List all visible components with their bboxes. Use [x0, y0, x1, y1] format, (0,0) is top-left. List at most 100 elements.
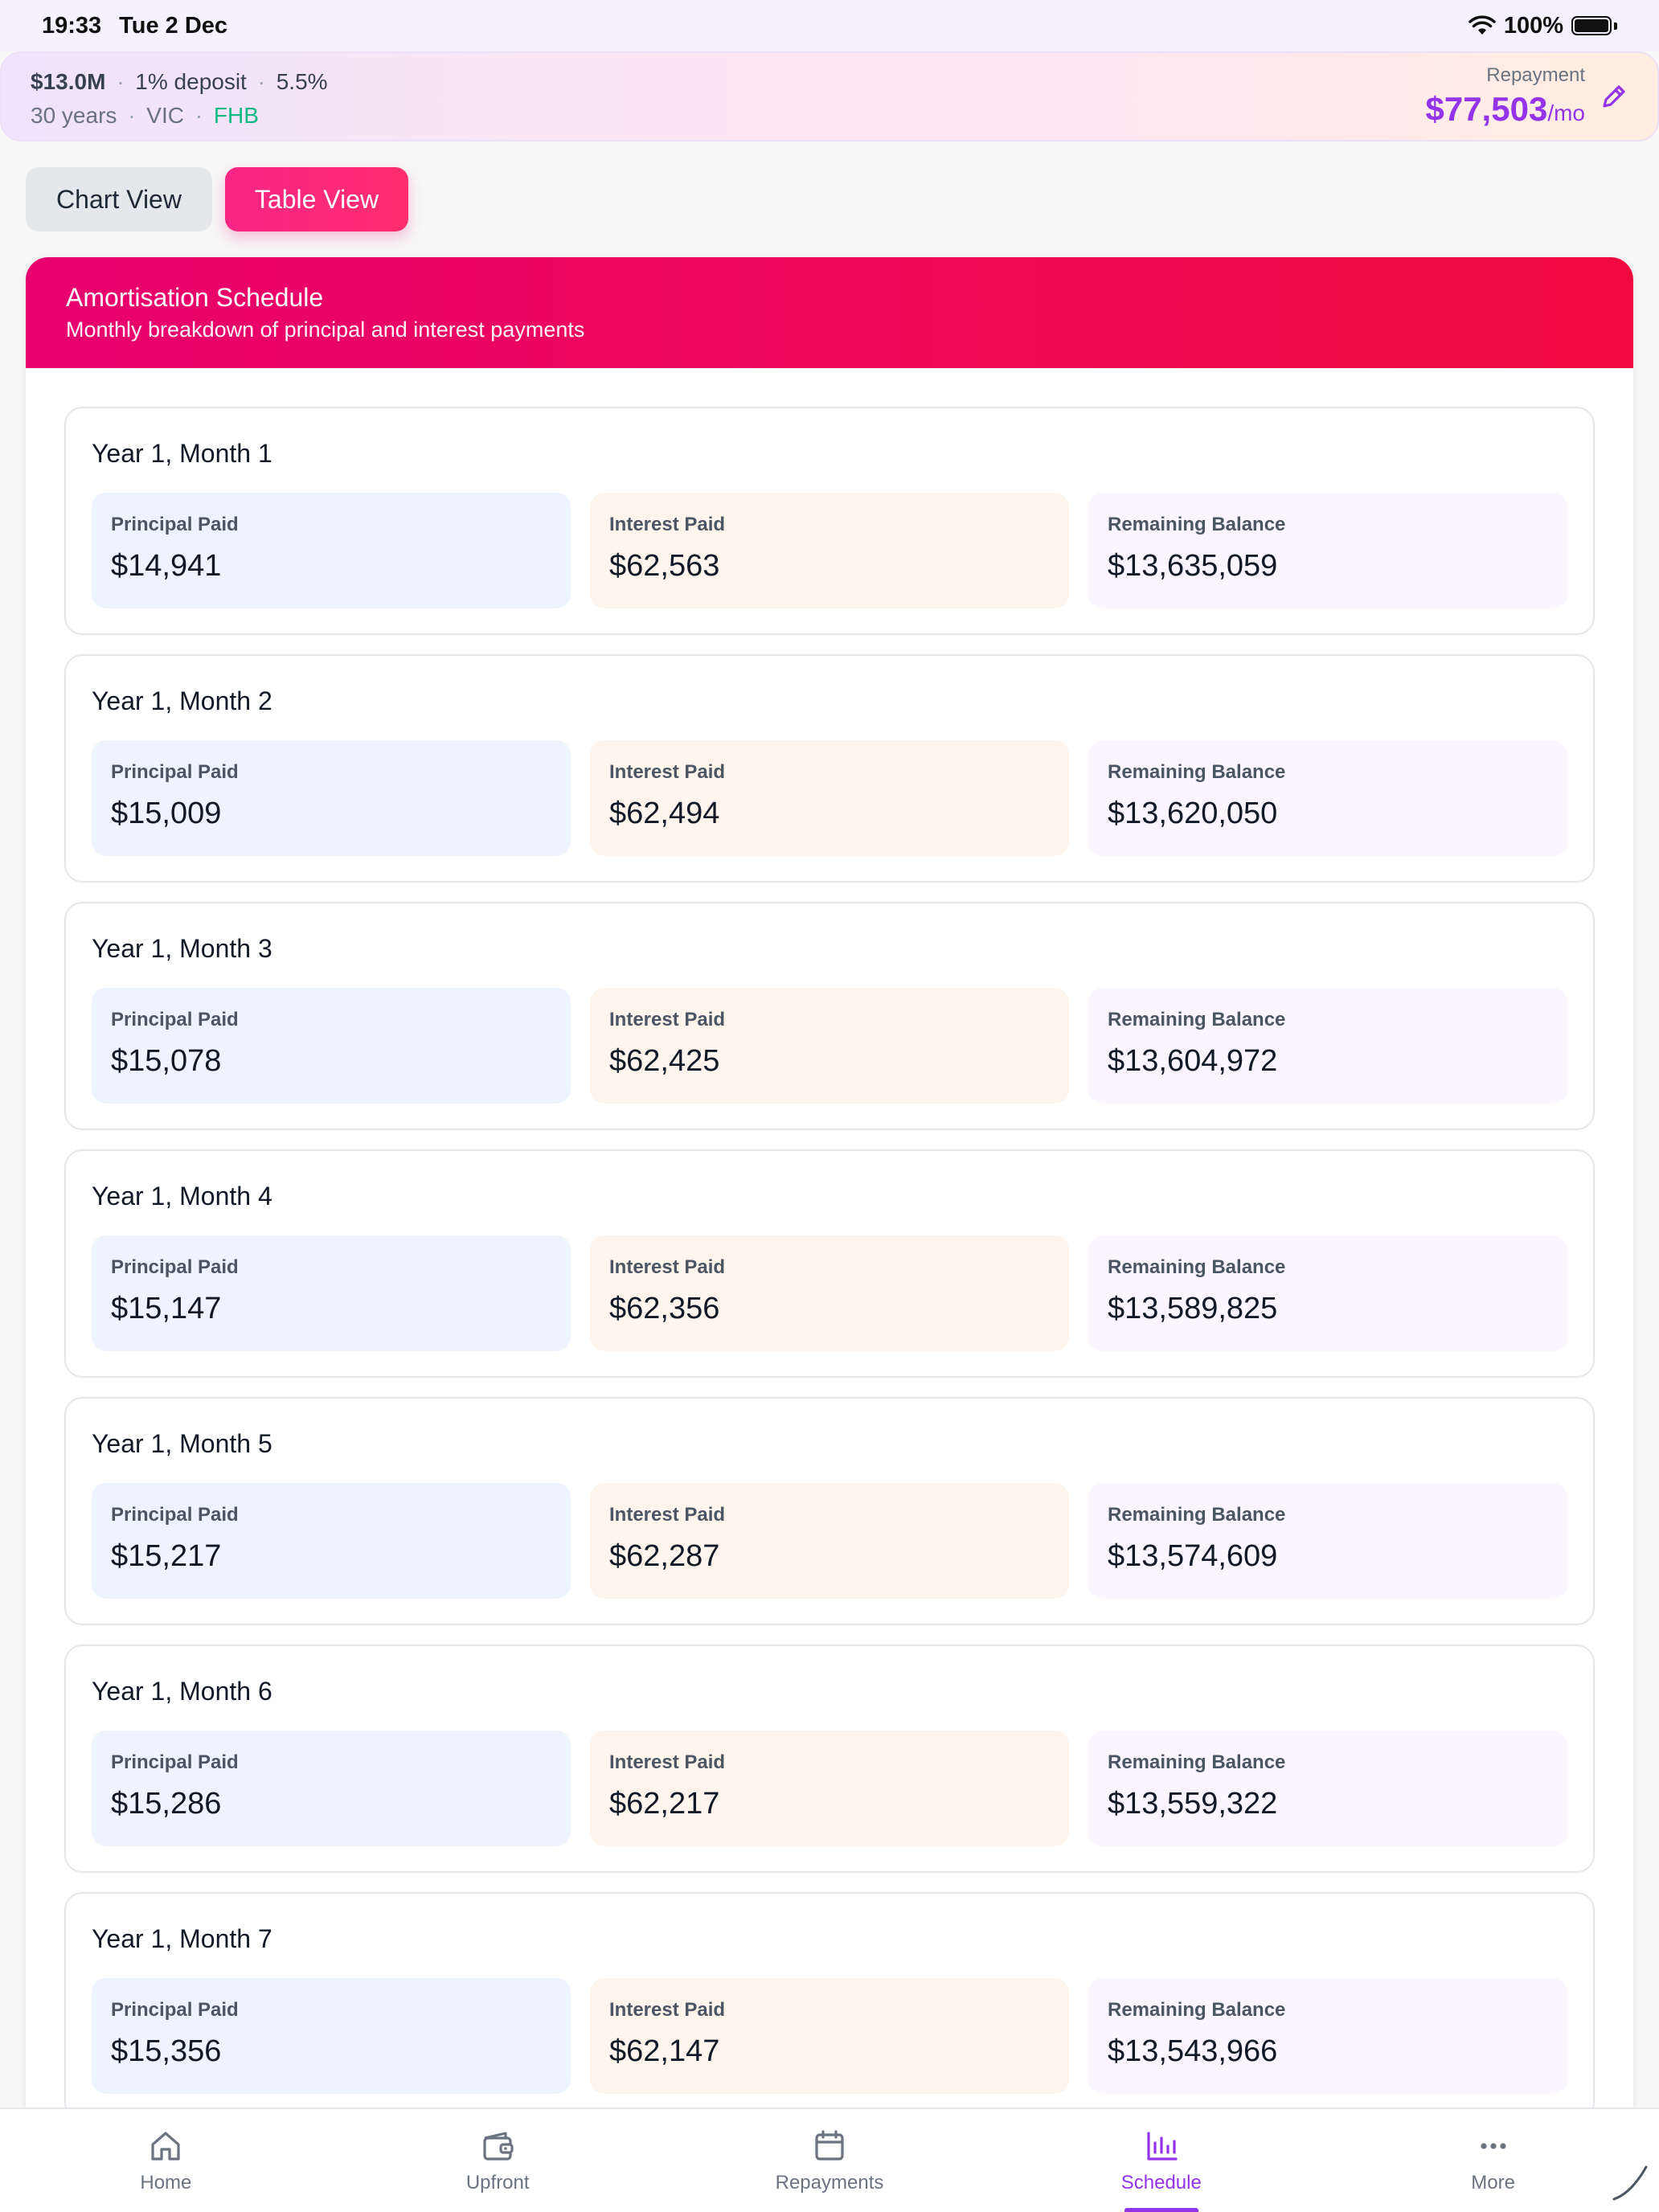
interest-paid-label: Interest Paid: [609, 1504, 726, 1526]
interest-paid-label: Interest Paid: [609, 514, 726, 535]
interest-paid-box: Interest Paid $62,217: [590, 1731, 1069, 1846]
principal-paid-label: Principal Paid: [111, 1256, 239, 1278]
tab-label: Schedule: [1120, 2172, 1202, 2194]
interest-paid-value: $62,287: [609, 1539, 720, 1573]
remaining-balance-label: Remaining Balance: [1108, 1999, 1286, 2021]
schedule-title: Amortisation Schedule: [66, 283, 324, 312]
interest-paid-box: Interest Paid $62,147: [590, 1978, 1069, 2094]
status-right: 100%: [1469, 13, 1617, 39]
more-icon: [1480, 2143, 1506, 2149]
active-tab-indicator: [1124, 2208, 1198, 2212]
principal-paid-box: Principal Paid $15,286: [92, 1731, 571, 1846]
principal-paid-label: Principal Paid: [111, 1504, 239, 1526]
principal-paid-value: $15,286: [111, 1787, 222, 1821]
month-metrics: Principal Paid $15,078 Interest Paid $62…: [92, 988, 1567, 1104]
table-view-button[interactable]: Table View: [225, 167, 408, 231]
interest-paid-label: Interest Paid: [609, 1256, 726, 1278]
month-card: Year 1, Month 4 Principal Paid $15,147 I…: [64, 1149, 1595, 1378]
month-card: Year 1, Month 1 Principal Paid $14,941 I…: [64, 407, 1595, 635]
app-screen: 19:33 Tue 2 Dec 100% $13.0M · 1% deposit…: [0, 0, 1659, 2212]
tab-label: Home: [140, 2172, 192, 2194]
month-title: Year 1, Month 3: [92, 934, 272, 963]
remaining-balance-label: Remaining Balance: [1108, 1504, 1286, 1526]
tab-home[interactable]: Home: [0, 2109, 332, 2212]
loan-summary-bar[interactable]: $13.0M · 1% deposit · 5.5% 30 years · VI…: [0, 51, 1659, 141]
deposit-text: 1% deposit: [135, 69, 247, 94]
principal-paid-box: Principal Paid $15,147: [92, 1235, 571, 1351]
interest-paid-value: $62,356: [609, 1292, 720, 1325]
principal-paid-label: Principal Paid: [111, 1751, 239, 1773]
remaining-balance-label: Remaining Balance: [1108, 761, 1286, 783]
interest-paid-value: $62,425: [609, 1044, 720, 1078]
loan-term: 30 years: [31, 103, 117, 128]
principal-paid-label: Principal Paid: [111, 514, 239, 535]
interest-paid-value: $62,217: [609, 1787, 720, 1821]
tab-schedule[interactable]: Schedule: [995, 2109, 1327, 2212]
separator: ·: [128, 103, 136, 128]
chart-view-button[interactable]: Chart View: [26, 167, 212, 231]
tab-upfront[interactable]: Upfront: [332, 2109, 664, 2212]
month-metrics: Principal Paid $15,217 Interest Paid $62…: [92, 1483, 1567, 1599]
principal-paid-label: Principal Paid: [111, 761, 239, 783]
remaining-balance-box: Remaining Balance $13,543,966: [1088, 1978, 1567, 2094]
month-metrics: Principal Paid $15,009 Interest Paid $62…: [92, 740, 1567, 856]
principal-paid-value: $15,009: [111, 797, 222, 830]
principal-paid-value: $15,078: [111, 1044, 222, 1078]
battery-icon: [1571, 16, 1617, 35]
month-card: Year 1, Month 5 Principal Paid $15,217 I…: [64, 1397, 1595, 1625]
principal-paid-label: Principal Paid: [111, 1999, 239, 2021]
month-title: Year 1, Month 4: [92, 1182, 272, 1210]
calendar-icon: [815, 2130, 844, 2161]
remaining-balance-value: $13,620,050: [1108, 797, 1278, 830]
month-metrics: Principal Paid $15,147 Interest Paid $62…: [92, 1235, 1567, 1351]
interest-paid-value: $62,147: [609, 2034, 720, 2068]
repayment-label: Repayment: [1486, 64, 1585, 86]
loan-summary-line1: $13.0M · 1% deposit · 5.5%: [31, 69, 1628, 95]
edit-pencil-icon[interactable]: [1598, 80, 1630, 113]
month-title: Year 1, Month 2: [92, 686, 272, 715]
schedule-header: Amortisation Schedule Monthly breakdown …: [26, 257, 1633, 368]
remaining-balance-value: $13,589,825: [1108, 1292, 1278, 1325]
amortisation-schedule-card: Amortisation Schedule Monthly breakdown …: [26, 257, 1633, 2212]
remaining-balance-label: Remaining Balance: [1108, 1256, 1286, 1278]
principal-paid-value: $14,941: [111, 549, 222, 583]
month-metrics: Principal Paid $15,356 Interest Paid $62…: [92, 1978, 1567, 2094]
interest-paid-box: Interest Paid $62,287: [590, 1483, 1069, 1599]
interest-paid-box: Interest Paid $62,563: [590, 493, 1069, 608]
interest-paid-box: Interest Paid $62,425: [590, 988, 1069, 1104]
month-card: Year 1, Month 3 Principal Paid $15,078 I…: [64, 902, 1595, 1130]
remaining-balance-box: Remaining Balance $13,589,825: [1088, 1235, 1567, 1351]
buyer-type: FHB: [213, 103, 259, 128]
interest-paid-label: Interest Paid: [609, 1751, 726, 1773]
interest-paid-label: Interest Paid: [609, 1009, 726, 1030]
bar-chart-icon: [1147, 2132, 1178, 2161]
status-date: Tue 2 Dec: [119, 12, 228, 39]
interest-paid-label: Interest Paid: [609, 761, 726, 783]
repayment-value: $77,503: [1425, 90, 1548, 128]
principal-paid-box: Principal Paid $15,356: [92, 1978, 571, 2094]
view-toggle: Chart View Table View: [26, 167, 408, 231]
month-metrics: Principal Paid $14,941 Interest Paid $62…: [92, 493, 1567, 608]
status-left: 19:33 Tue 2 Dec: [42, 13, 227, 39]
pencil-gesture-icon: [1612, 2165, 1648, 2201]
separator: ·: [195, 103, 203, 128]
home-icon: [151, 2132, 180, 2161]
repayment-block: Repayment $77,503/mo: [1425, 64, 1585, 129]
remaining-balance-value: $13,574,609: [1108, 1539, 1278, 1573]
remaining-balance-box: Remaining Balance $13,574,609: [1088, 1483, 1567, 1599]
principal-paid-value: $15,217: [111, 1539, 222, 1573]
principal-paid-box: Principal Paid $14,941: [92, 493, 571, 608]
interest-paid-box: Interest Paid $62,494: [590, 740, 1069, 856]
principal-paid-label: Principal Paid: [111, 1009, 239, 1030]
loan-amount: $13.0M: [31, 69, 106, 94]
separator: ·: [117, 69, 125, 94]
interest-paid-value: $62,494: [609, 797, 720, 830]
remaining-balance-label: Remaining Balance: [1108, 1751, 1286, 1773]
loan-summary-line2: 30 years · VIC · FHB: [31, 103, 1628, 129]
month-list[interactable]: Year 1, Month 1 Principal Paid $14,941 I…: [26, 368, 1633, 2120]
month-card: Year 1, Month 6 Principal Paid $15,286 I…: [64, 1645, 1595, 1873]
battery-percent: 100%: [1503, 12, 1563, 39]
tab-repayments[interactable]: Repayments: [664, 2109, 996, 2212]
state: VIC: [146, 103, 184, 128]
remaining-balance-value: $13,559,322: [1108, 1787, 1278, 1821]
